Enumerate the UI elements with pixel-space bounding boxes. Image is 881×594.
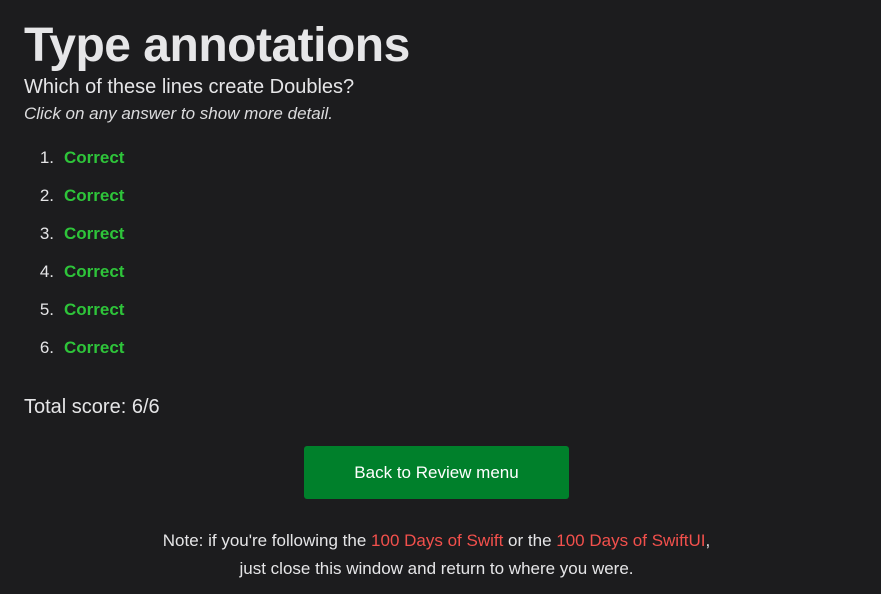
page-title: Type annotations (24, 19, 410, 72)
answer-number: 5. (39, 300, 54, 319)
hundred-days-of-swift-link[interactable]: 100 Days of Swift (371, 531, 503, 550)
answer-result[interactable]: Correct (64, 222, 124, 246)
hint-text: Click on any answer to show more detail. (24, 104, 333, 123)
note-middle: or the (503, 531, 557, 550)
answer-result[interactable]: Correct (64, 146, 124, 170)
answer-item: 1. Correct (24, 146, 125, 184)
answer-item: 3. Correct (24, 222, 125, 260)
answer-result[interactable]: Correct (64, 184, 124, 208)
total-score: Total score: 6/6 (24, 396, 160, 418)
answer-number: 4. (39, 262, 54, 281)
answer-result[interactable]: Correct (64, 336, 124, 360)
footer-note: Note: if you're following the 100 Days o… (160, 527, 713, 583)
answer-item: 5. Correct (24, 298, 125, 336)
note-prefix: Note: if you're following the (162, 531, 372, 550)
answer-item: 4. Correct (24, 260, 125, 298)
answer-number: 6. (39, 338, 54, 357)
question-text: Which of these lines create Doubles? (24, 76, 355, 98)
answer-number: 1. (39, 148, 54, 167)
answer-number: 2. (39, 186, 54, 205)
answer-result[interactable]: Correct (64, 260, 124, 284)
answer-item: 2. Correct (24, 184, 125, 222)
back-to-review-menu-button[interactable]: Back to Review menu (304, 446, 569, 499)
answer-result[interactable]: Correct (64, 298, 124, 322)
answer-item: 6. Correct (24, 336, 125, 374)
answer-list: 1. Correct 2. Correct 3. Correct 4. Corr… (24, 146, 125, 374)
answer-number: 3. (39, 224, 54, 243)
hundred-days-of-swiftui-link[interactable]: 100 Days of SwiftUI (556, 531, 705, 550)
